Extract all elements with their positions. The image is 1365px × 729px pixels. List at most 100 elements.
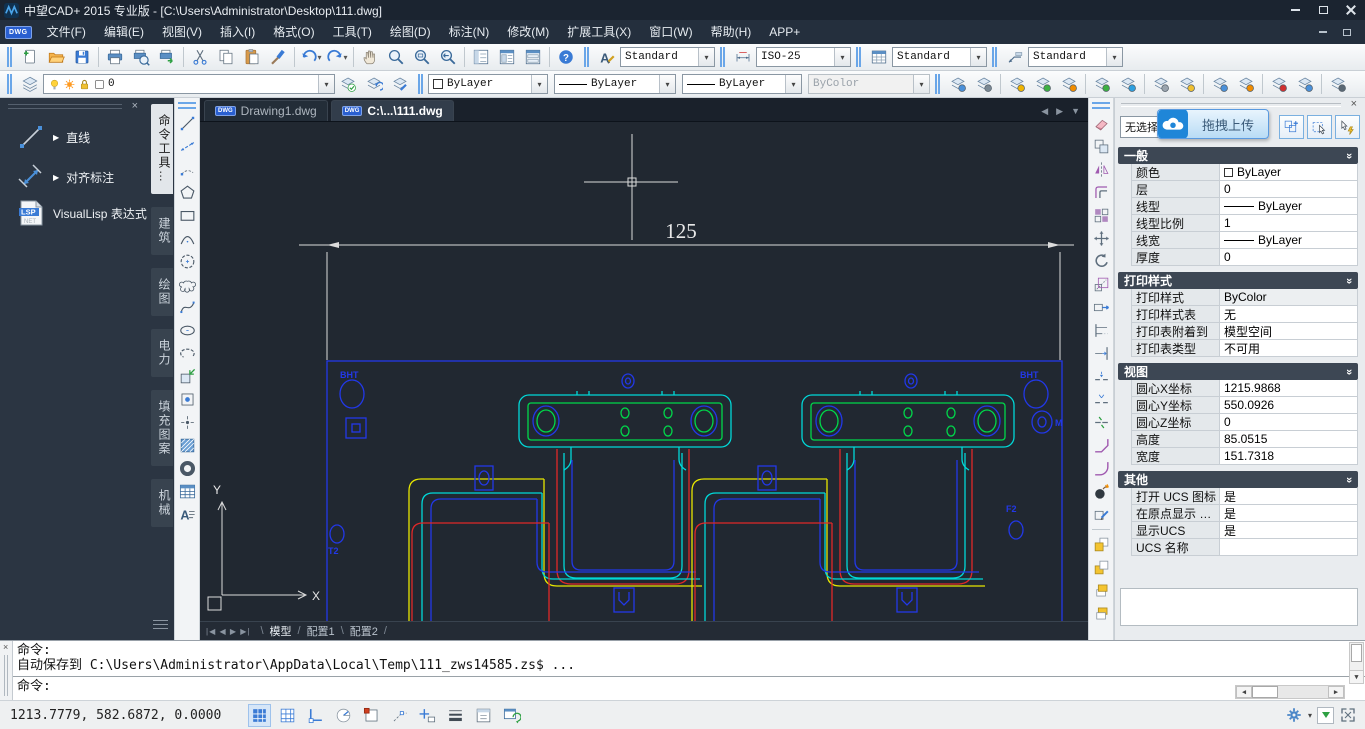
trim-button[interactable] [1089,319,1113,342]
property-value[interactable]: 是 [1220,488,1357,504]
palette-tab-填充图案[interactable]: 填充图案 [151,390,173,466]
toolbar-grip[interactable] [584,47,589,67]
palette-tab-建筑[interactable]: 建筑 [151,207,173,255]
otrack-toggle[interactable] [388,704,411,727]
command-hscrollbar[interactable]: ◀ ▶ [1235,685,1345,699]
drag-upload-button[interactable]: 拖拽上传 [1157,109,1269,139]
table-style-button[interactable] [866,45,892,69]
ortho-toggle[interactable] [304,704,327,727]
toggle-pickadd-button[interactable] [1335,115,1360,139]
property-value[interactable]: 151.7318 [1220,448,1357,464]
layout-tab-模型[interactable]: 模型 [268,623,294,639]
print-preview-button[interactable] [128,45,154,69]
open-file-button[interactable] [43,45,69,69]
model-toggle[interactable] [472,704,495,727]
layer-tool-freeze-button[interactable] [1089,72,1115,96]
layer-tool-vpthaw-button[interactable] [1233,72,1259,96]
plotstyle-combo[interactable]: ByColor▾ [808,74,930,94]
toolbar-grip[interactable] [1092,102,1110,109]
dropdown-arrow-icon[interactable]: ▾ [317,53,321,62]
zoom-window-button[interactable] [409,45,435,69]
mleader-style-combo-arrow[interactable]: ▾ [1106,48,1122,66]
command-close-icon[interactable]: × [3,642,8,652]
eprint-button[interactable] [154,45,180,69]
properties-palette-button[interactable] [468,45,494,69]
table-style-combo-arrow[interactable]: ▾ [970,48,986,66]
property-value[interactable] [1220,539,1357,555]
move-button[interactable] [1089,227,1113,250]
cut-button[interactable] [187,45,213,69]
array-button[interactable] [1089,204,1113,227]
layer-tool-vpfreeze-button[interactable] [1207,72,1233,96]
table-button[interactable] [175,480,199,503]
circle-button[interactable] [175,250,199,273]
erase-button[interactable] [1089,112,1113,135]
mirror-button[interactable] [1089,158,1113,181]
mleader-style-combo[interactable]: Standard▾ [1028,47,1123,67]
stretch-button[interactable] [1089,296,1113,319]
viewports-toggle[interactable] [500,704,523,727]
menu-item[interactable]: 编辑(E) [95,20,153,44]
tool-palettes-button[interactable] [520,45,546,69]
help-button[interactable]: ? [553,45,579,69]
command-window[interactable]: × 命令: 自动保存到 C:\Users\Administrator\AppDa… [0,640,1365,700]
grid-toggle[interactable] [276,704,299,727]
fullscreen-icon[interactable] [1339,706,1357,724]
layer-tool-unisolate-button[interactable] [1030,72,1056,96]
table-style-combo[interactable]: Standard▾ [892,47,987,67]
text-style-combo[interactable]: Standard▾ [620,47,715,67]
copy-object-button[interactable] [1089,135,1113,158]
arc-button[interactable] [175,227,199,250]
scroll-left-icon[interactable]: ◀ [1236,686,1252,698]
property-value[interactable]: ByLayer [1220,232,1357,248]
menu-item[interactable]: APP+ [760,20,809,44]
property-value[interactable]: 是 [1220,505,1357,521]
palette-item-1[interactable]: ▶直线 [16,122,90,152]
donut-button[interactable] [175,457,199,480]
property-value[interactable]: 无 [1220,306,1357,322]
menu-item[interactable]: 窗口(W) [640,20,701,44]
layer-combo-arrow[interactable]: ▾ [318,75,334,93]
scroll-right-icon[interactable]: ▶ [1328,686,1344,698]
draworder-front-button[interactable] [1089,533,1113,556]
point-button[interactable] [175,411,199,434]
property-value[interactable]: 0 [1220,249,1357,265]
select-objects-button[interactable] [1307,115,1332,139]
gear-icon[interactable] [1285,706,1303,724]
block-editor-button[interactable] [1089,503,1113,526]
section-header[interactable]: 打印样式» [1118,272,1358,289]
paste-button[interactable] [239,45,265,69]
layer-tool-walk-button[interactable] [1056,72,1082,96]
property-value[interactable]: 不可用 [1220,340,1357,356]
color-combo-arrow[interactable]: ▾ [531,75,547,93]
arc-3pt-button[interactable] [175,158,199,181]
explode-button[interactable] [1089,480,1113,503]
menu-item[interactable]: 工具(T) [324,20,381,44]
scroll-down-icon[interactable]: ▼ [1350,670,1363,683]
dim-style-button[interactable] [730,45,756,69]
property-value[interactable]: ByLayer [1220,198,1357,214]
color-combo[interactable]: ByLayer▾ [428,74,548,94]
quick-select-button[interactable] [1279,115,1304,139]
new-file-button[interactable] [17,45,43,69]
property-value[interactable]: ByColor [1220,289,1357,305]
property-value[interactable]: 1 [1220,215,1357,231]
layer-tool-lock-button[interactable] [1266,72,1292,96]
mtext-button[interactable]: A [175,503,199,526]
tab-scroll-left-icon[interactable]: ◀ [1041,106,1048,117]
palette-item-3[interactable]: LSPNETVisualLisp 表达式 [16,198,147,228]
ellipse-button[interactable] [175,319,199,342]
pan-button[interactable] [357,45,383,69]
draworder-back-button[interactable] [1089,556,1113,579]
layer-tool-unlock-button[interactable] [1292,72,1318,96]
menu-item[interactable]: 修改(M) [498,20,558,44]
section-header[interactable]: 视图» [1118,363,1358,380]
toolbar-grip[interactable] [720,47,725,67]
hatch-button[interactable] [175,434,199,457]
menu-item[interactable]: 视图(V) [153,20,211,44]
layer-combo[interactable]: 0▾ [43,74,335,94]
close-button[interactable] [1337,1,1365,19]
section-header[interactable]: 其他» [1118,471,1358,488]
property-value[interactable]: 0 [1220,414,1357,430]
layer-manager-button[interactable] [17,72,43,96]
